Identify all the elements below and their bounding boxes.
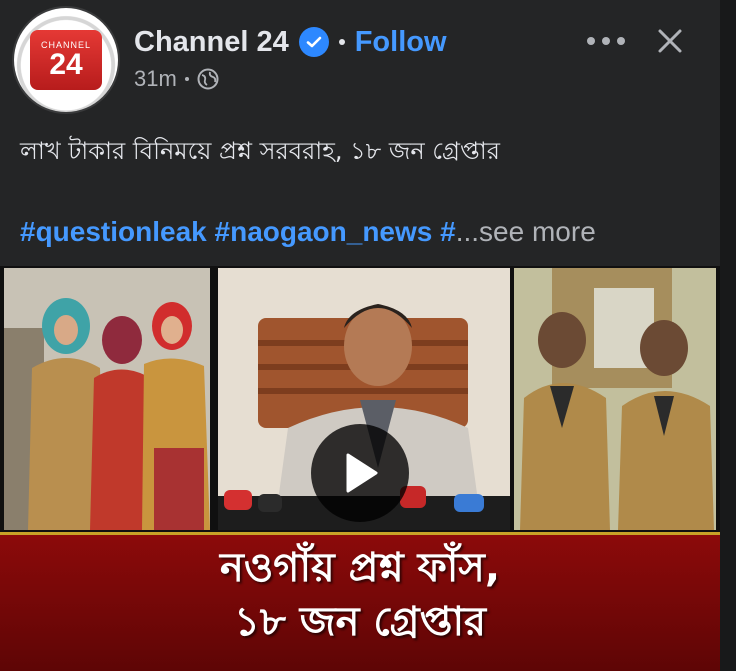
meta-separator-dot bbox=[184, 77, 189, 81]
scrollbar-track[interactable] bbox=[720, 0, 736, 671]
hashtag-naogaon-news[interactable]: #naogaon_news bbox=[215, 216, 433, 247]
page-avatar[interactable]: CHANNEL 24 bbox=[14, 8, 118, 112]
see-more-link[interactable]: ...see more bbox=[456, 216, 596, 247]
arrested-women-image bbox=[4, 268, 210, 530]
hashtag-truncated[interactable]: # bbox=[440, 216, 456, 247]
hashtag-line: #questionleak #naogaon_news #...see more bbox=[20, 214, 720, 250]
headline-line-2: ১৮ জন গ্রেপ্তার bbox=[233, 599, 487, 645]
page-name[interactable]: Channel 24 bbox=[134, 26, 289, 59]
close-icon[interactable] bbox=[653, 24, 687, 58]
facebook-post: CHANNEL 24 Channel 24 Follow 31m লাখ টাক… bbox=[0, 0, 736, 671]
video-frame-right: 24 bbox=[514, 268, 716, 530]
post-header: CHANNEL 24 Channel 24 Follow 31m bbox=[0, 0, 736, 120]
post-meta: 31m bbox=[134, 64, 219, 94]
play-icon bbox=[346, 453, 378, 493]
separator-dot bbox=[338, 39, 345, 45]
globe-icon[interactable] bbox=[197, 68, 219, 90]
channel-logo: CHANNEL 24 bbox=[30, 30, 102, 90]
video-frame-left bbox=[4, 268, 210, 530]
play-button[interactable] bbox=[311, 424, 409, 522]
name-row: Channel 24 Follow bbox=[134, 22, 447, 62]
verified-badge-icon bbox=[298, 27, 329, 57]
headline-line-1: নওগাঁয় প্রশ্ন ফাঁস, bbox=[219, 545, 501, 591]
logo-number: 24 bbox=[49, 48, 83, 81]
follow-button[interactable]: Follow bbox=[355, 26, 447, 59]
post-text: লাখ টাকার বিনিময়ে প্রশ্ন সরবরাহ, ১৮ জন … bbox=[20, 137, 500, 165]
video-player[interactable]: 24 নওগাঁয় প্রশ্ন ফাঁস, ১৮ জন গ্রেপ্তার bbox=[0, 266, 720, 671]
post-time[interactable]: 31m bbox=[134, 66, 177, 92]
more-options-icon[interactable] bbox=[583, 26, 629, 56]
hashtag-questionleak[interactable]: #questionleak bbox=[20, 216, 207, 247]
officers-image bbox=[514, 268, 716, 530]
